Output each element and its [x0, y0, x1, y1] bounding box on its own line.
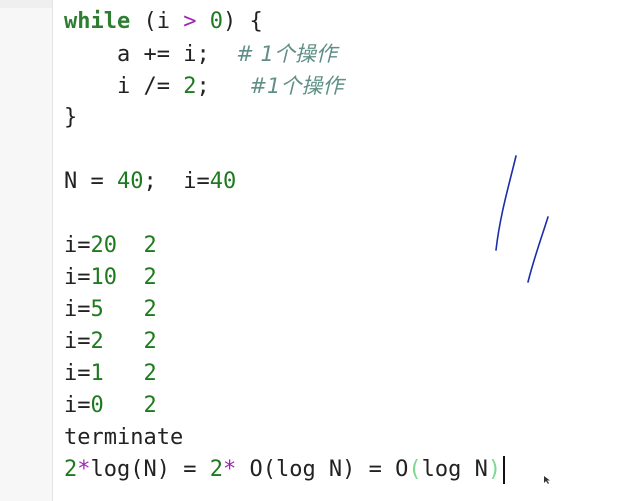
handwritten-ink-strokes	[495, 155, 549, 283]
ink-stroke	[527, 216, 549, 283]
ink-stroke	[495, 155, 517, 251]
mouse-pointer-icon	[544, 476, 550, 484]
